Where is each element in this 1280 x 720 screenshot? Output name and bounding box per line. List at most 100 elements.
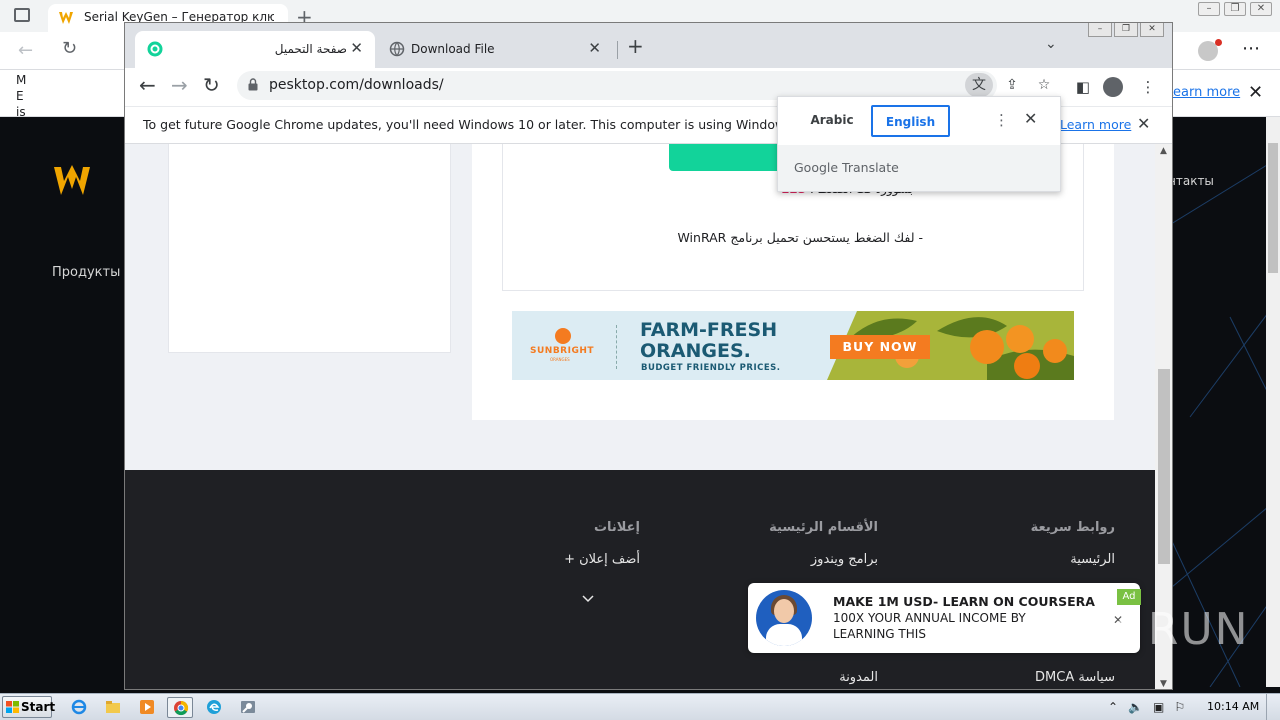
- folder-icon: [106, 701, 120, 713]
- windows-taskbar: Start ⌃ 🔈 ▣ ⚐ 10:14 AM: [0, 693, 1280, 720]
- ad-tagline: BUDGET FRIENDLY PRICES.: [641, 363, 781, 373]
- ad-brand-sub: ORANGES: [550, 357, 570, 362]
- site-nav-products[interactable]: Продукты: [52, 265, 120, 280]
- network-icon[interactable]: ▣: [1153, 700, 1164, 714]
- action-center-flag-icon[interactable]: ⚐: [1174, 700, 1185, 714]
- tab-separator: [617, 41, 618, 59]
- reload-icon[interactable]: ↻: [203, 73, 220, 97]
- tab-title: Download File: [411, 42, 495, 56]
- footer-link-add-ad[interactable]: أضف إعلان +: [540, 552, 640, 567]
- footer-title-main-sections: الأقسام الرئيسية: [769, 520, 878, 535]
- tool-icon: [241, 701, 255, 713]
- winrar-note: - لفك الضغط يستحسن تحميل برنامج WinRAR: [677, 230, 923, 245]
- profile-avatar[interactable]: [1103, 77, 1123, 97]
- windows-flag-icon: [6, 701, 19, 713]
- bookmark-star-icon[interactable]: ☆: [1030, 73, 1058, 97]
- window-controls: – ❐ ✕: [1088, 23, 1164, 37]
- footer-title-ads: إعلانات: [593, 520, 640, 535]
- background-menu-icon[interactable]: ⋯: [1242, 38, 1261, 59]
- ad-brand: SUNBRIGHT: [530, 346, 595, 356]
- chrome-icon: [174, 700, 189, 716]
- side-panel-icon[interactable]: ◧: [1071, 75, 1095, 99]
- translate-icon[interactable]: 文: [965, 73, 993, 97]
- taskbar-ie[interactable]: [66, 697, 92, 718]
- chevron-down-icon[interactable]: [582, 593, 594, 605]
- system-tray: ⌃ 🔈 ▣ ⚐: [1108, 700, 1185, 714]
- footer-link-dmca[interactable]: سياسة DMCA: [1005, 670, 1115, 685]
- buy-now-button[interactable]: BUY NOW: [830, 335, 930, 359]
- ad-headline: FARM-FRESH ORANGES.: [640, 319, 778, 362]
- share-icon[interactable]: ⇪: [998, 73, 1026, 97]
- translate-popup: Arabic English ⋮ ✕ Google Translate: [777, 96, 1061, 192]
- sun-icon: [555, 328, 571, 344]
- footer-link-windows-software[interactable]: برامج ويندوز: [765, 552, 878, 567]
- background-infobar-close-icon[interactable]: ✕: [1248, 82, 1263, 103]
- translate-options-icon[interactable]: ⋮: [994, 111, 1009, 129]
- footer-title-quick-links: روابط سريعة: [1030, 520, 1115, 535]
- taskbar-tool[interactable]: [235, 697, 261, 718]
- forward-icon[interactable]: →: [171, 73, 188, 97]
- footer-link-blog[interactable]: المدونة: [765, 670, 878, 685]
- scroll-down-icon[interactable]: ▼: [1160, 679, 1167, 689]
- menu-kebab-icon[interactable]: ⋮: [1136, 75, 1160, 99]
- tab-close-icon[interactable]: ✕: [588, 39, 601, 57]
- show-desktop-button[interactable]: [1266, 694, 1280, 720]
- footer-link-home[interactable]: الرئيسية: [1015, 552, 1115, 567]
- background-scrollbar[interactable]: [1266, 117, 1280, 687]
- site-favicon-icon: [147, 41, 163, 57]
- tab-strip-menu-icon[interactable]: [14, 8, 30, 22]
- taskbar-clock[interactable]: 10:14 AM: [1207, 700, 1259, 713]
- site-logo-icon: [54, 165, 90, 195]
- sidebar-card: [168, 144, 451, 353]
- tab-download-page[interactable]: صفحة التحميل ✕: [135, 31, 375, 68]
- infobar-close-icon[interactable]: ✕: [1137, 114, 1150, 133]
- url-text[interactable]: pesktop.com/downloads/: [269, 77, 444, 93]
- new-tab-icon[interactable]: +: [627, 34, 644, 58]
- close-icon[interactable]: ✕: [1140, 23, 1164, 37]
- tab-close-icon[interactable]: ✕: [350, 39, 363, 57]
- ad-divider: [616, 325, 617, 369]
- media-player-icon: [140, 700, 154, 714]
- volume-icon[interactable]: 🔈: [1128, 700, 1143, 714]
- tab-bar: صفحة التحميل ✕ Download File ✕ + ⌄ – ❐ ✕: [125, 23, 1172, 68]
- google-translate-label: Google Translate: [794, 160, 899, 175]
- ad-badge: Ad: [1117, 589, 1141, 605]
- background-reload-icon[interactable]: ↻: [62, 38, 77, 59]
- globe-icon: [389, 41, 405, 57]
- taskbar-edge[interactable]: [201, 697, 227, 718]
- background-window-controls: – ❐ ✕: [1198, 2, 1272, 18]
- keygen-favicon-icon: [59, 12, 73, 24]
- taskbar-explorer[interactable]: [100, 697, 126, 718]
- background-back-icon[interactable]: ←: [18, 40, 33, 61]
- scroll-up-icon[interactable]: ▲: [1160, 146, 1167, 156]
- orange-ad-banner[interactable]: SUNBRIGHT ORANGES FARM-FRESH ORANGES. BU…: [512, 311, 1074, 380]
- site-footer: روابط سريعة الرئيسية سياسة DMCA الأقسام …: [125, 470, 1155, 689]
- taskbar-media-player[interactable]: [134, 697, 160, 718]
- tab-download-file[interactable]: Download File ✕: [377, 31, 613, 68]
- scroll-thumb[interactable]: [1158, 369, 1170, 564]
- start-button[interactable]: Start: [2, 696, 56, 718]
- learn-more-link[interactable]: Learn more: [1060, 117, 1131, 132]
- tray-expand-icon[interactable]: ⌃: [1108, 700, 1118, 714]
- edge-icon: [207, 700, 221, 714]
- start-label: Start: [21, 700, 56, 714]
- background-profile-avatar[interactable]: [1198, 39, 1222, 61]
- tab-search-chevron-icon[interactable]: ⌄: [1045, 36, 1057, 52]
- translate-close-icon[interactable]: ✕: [1024, 109, 1037, 128]
- infobar-message: To get future Google Chrome updates, you…: [143, 117, 808, 132]
- minimize-icon[interactable]: –: [1198, 2, 1220, 16]
- background-learn-more-link[interactable]: Learn more: [1166, 85, 1240, 100]
- minimize-icon[interactable]: –: [1088, 23, 1112, 37]
- taskbar-chrome[interactable]: [167, 697, 193, 718]
- close-icon[interactable]: ✕: [1250, 2, 1272, 16]
- restore-icon[interactable]: ❐: [1114, 23, 1138, 37]
- lock-icon[interactable]: [248, 78, 258, 91]
- language-english-tab[interactable]: English: [871, 105, 950, 137]
- anyrun-watermark: ANY RUN: [1036, 604, 1250, 655]
- background-infobar-text: M E is: [16, 73, 27, 119]
- internet-explorer-icon: [71, 699, 87, 715]
- tab-title: صفحة التحميل: [274, 42, 347, 56]
- language-arabic-tab[interactable]: Arabic: [793, 105, 871, 137]
- back-icon[interactable]: ←: [139, 73, 156, 97]
- restore-icon[interactable]: ❐: [1224, 2, 1246, 16]
